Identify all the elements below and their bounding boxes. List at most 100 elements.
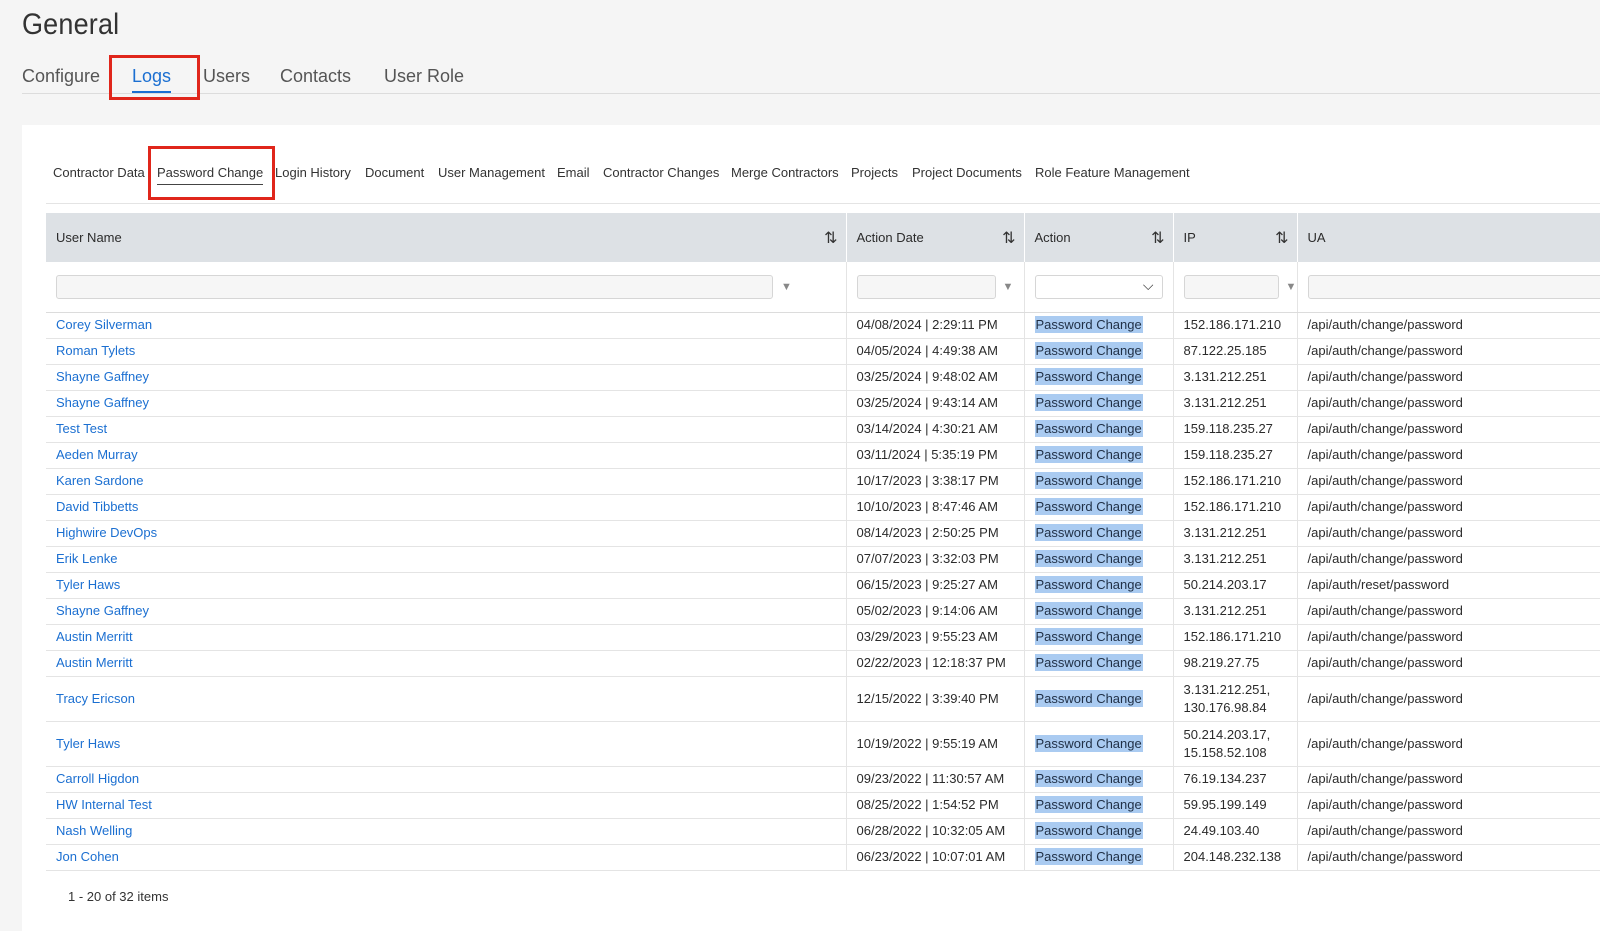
user-name-link[interactable]: Karen Sardone [56, 473, 143, 488]
tab-underline [132, 91, 172, 93]
filter-icon[interactable]: ▼ [1286, 281, 1297, 293]
subtab-projects[interactable]: Projects [851, 165, 898, 180]
user-name-link[interactable]: David Tibbetts [56, 499, 138, 514]
table-row[interactable]: Shayne Gaffney 03/25/2024 | 9:43:14 AM Pas… [46, 390, 1600, 417]
ip-cell: 3.131.212.251 [1173, 364, 1298, 391]
table-row[interactable]: Tyler Haws 06/15/2023 | 9:25:27 AM Passwor… [46, 572, 1600, 599]
user-name-link[interactable]: Shayne Gaffney [56, 395, 149, 410]
subtab-document[interactable]: Document [365, 165, 424, 180]
user-name-link[interactable]: Tyler Haws [56, 736, 120, 751]
table-row[interactable]: Aeden Murray 03/11/2024 | 5:35:19 PM Passw… [46, 442, 1600, 469]
action-date-filter-input[interactable] [856, 274, 996, 299]
action-date-cell: 06/15/2023 | 9:25:27 AM [846, 572, 1025, 599]
user-name-link[interactable]: Carroll Higdon [56, 771, 139, 786]
user-name-link[interactable]: Nash Welling [56, 823, 132, 838]
ua-cell: /api/auth/change/password [1297, 416, 1600, 443]
table-row[interactable]: Austin Merritt 03/29/2023 | 9:55:23 AM Pas… [46, 624, 1600, 651]
tab-configure[interactable]: Configure [22, 66, 100, 87]
ua-filter-input[interactable] [1307, 274, 1600, 299]
subtab-password-change-label: Password Change [157, 165, 264, 180]
table-row[interactable]: Test Test 03/14/2024 | 4:30:21 AM Password… [46, 416, 1600, 443]
table-row[interactable]: Tracy Ericson 12/15/2022 | 3:39:40 PM Pass… [46, 676, 1600, 722]
action-cell: Password Change [1024, 844, 1174, 871]
table-row[interactable]: Nash Welling 06/28/2022 | 10:32:05 AM Pass… [46, 818, 1600, 845]
sort-icon[interactable]: ⇅ [824, 228, 837, 248]
subtab-login-history[interactable]: Login History [275, 165, 351, 180]
user-name-link[interactable]: Erik Lenke [56, 551, 117, 566]
action-date-cell: 06/28/2022 | 10:32:05 AM [846, 818, 1025, 845]
subtab-merge-contractors[interactable]: Merge Contractors [731, 165, 839, 180]
tab-contacts[interactable]: Contacts [280, 66, 351, 87]
action-date-cell: 10/10/2023 | 8:47:46 AM [846, 494, 1025, 521]
user-name-link[interactable]: Tracy Ericson [56, 691, 135, 706]
ua-cell: /api/auth/change/password [1297, 442, 1600, 469]
table-row[interactable]: Tyler Haws 10/19/2022 | 9:55:19 AM Passwor… [46, 721, 1600, 767]
user-name-link[interactable]: Shayne Gaffney [56, 369, 149, 384]
subtab-role-feature-management[interactable]: Role Feature Management [1035, 165, 1190, 180]
table-row[interactable]: Roman Tylets 04/05/2024 | 4:49:38 AM Passw… [46, 338, 1600, 365]
action-filter-dropdown[interactable]: ⌵ [1034, 274, 1163, 299]
action-cell: Password Change [1024, 676, 1174, 722]
table-row[interactable]: Corey Silverman 04/08/2024 | 2:29:11 PM Pa… [46, 312, 1600, 339]
ip-cell: 152.186.171.210 [1173, 624, 1298, 651]
action-date-cell: 03/25/2024 | 9:48:02 AM [846, 364, 1025, 391]
table-row[interactable]: Austin Merritt 02/22/2023 | 12:18:37 PM Pa… [46, 650, 1600, 677]
user-name-link[interactable]: Shayne Gaffney [56, 603, 149, 618]
user-name-link[interactable]: Corey Silverman [56, 317, 152, 332]
ua-cell: /api/auth/change/password [1297, 468, 1600, 495]
table-row[interactable]: Carroll Higdon 09/23/2022 | 11:30:57 AM Pa… [46, 766, 1600, 793]
table-row[interactable]: Jon Cohen 06/23/2022 | 10:07:01 AM Passwor… [46, 844, 1600, 871]
sort-icon[interactable]: ⇅ [1275, 228, 1288, 248]
table-row[interactable]: Shayne Gaffney 05/02/2023 | 9:14:06 AM Pas… [46, 598, 1600, 625]
subtab-contractor-changes[interactable]: Contractor Changes [603, 165, 719, 180]
user-name-link[interactable]: Roman Tylets [56, 343, 135, 358]
ip-filter-input[interactable] [1183, 274, 1279, 299]
filter-icon[interactable]: ▼ [781, 281, 792, 293]
tab-users[interactable]: Users [203, 66, 250, 87]
table-row[interactable]: David Tibbetts 10/10/2023 | 8:47:46 AM Pas… [46, 494, 1600, 521]
action-tag: Password Change [1034, 498, 1143, 515]
tab-user-role[interactable]: User Role [384, 66, 464, 87]
column-header-action-date[interactable]: Action Date ⇅ [846, 213, 1025, 262]
main-tabs: Configure Logs Users Contacts User Role [22, 64, 1600, 94]
action-date-cell: 04/08/2024 | 2:29:11 PM [846, 312, 1025, 339]
subtab-user-management[interactable]: User Management [438, 165, 545, 180]
table-row[interactable]: Karen Sardone 10/17/2023 | 3:38:17 PM Pass… [46, 468, 1600, 495]
sort-icon[interactable]: ⇅ [1151, 228, 1164, 248]
column-header-user-name[interactable]: User Name ⇅ [46, 213, 847, 262]
user-name-link[interactable]: HW Internal Test [56, 797, 152, 812]
user-name-link[interactable]: Austin Merritt [56, 629, 133, 644]
user-name-link[interactable]: Test Test [56, 421, 107, 436]
subtab-email[interactable]: Email [557, 165, 590, 180]
user-name-filter-input[interactable] [56, 274, 773, 299]
subtab-project-documents[interactable]: Project Documents [912, 165, 1022, 180]
action-date-cell: 02/22/2023 | 12:18:37 PM [846, 650, 1025, 677]
column-header-ip[interactable]: IP ⇅ [1173, 213, 1298, 262]
ua-cell: /api/auth/change/password [1297, 520, 1600, 547]
column-header-ua[interactable]: UA [1297, 213, 1600, 262]
subtab-contractor-data[interactable]: Contractor Data [53, 165, 145, 180]
user-name-cell: Austin Merritt [46, 650, 847, 677]
user-name-link[interactable]: Tyler Haws [56, 577, 120, 592]
user-name-link[interactable]: Aeden Murray [56, 447, 138, 462]
filter-row: ▼ ▼ ⌵ ▼ [46, 262, 1600, 313]
user-name-cell: Aeden Murray [46, 442, 847, 469]
tab-logs[interactable]: Logs [132, 66, 172, 93]
user-name-link[interactable]: Highwire DevOps [56, 525, 157, 540]
table-row[interactable]: Highwire DevOps 08/14/2023 | 2:50:25 PM Pa… [46, 520, 1600, 547]
user-name-link[interactable]: Jon Cohen [56, 849, 119, 864]
column-header-action[interactable]: Action ⇅ [1024, 213, 1174, 262]
user-name-link[interactable]: Austin Merritt [56, 655, 133, 670]
action-cell: Password Change [1024, 624, 1174, 651]
subtab-password-change[interactable]: Password Change [157, 165, 264, 185]
ua-cell: /api/auth/change/password [1297, 312, 1600, 339]
table-row[interactable]: Erik Lenke 07/07/2023 | 3:32:03 PM Passwor… [46, 546, 1600, 573]
table-row[interactable]: HW Internal Test 08/25/2022 | 1:54:52 PM P… [46, 792, 1600, 819]
ua-cell: /api/auth/change/password [1297, 792, 1600, 819]
table-row[interactable]: Shayne Gaffney 03/25/2024 | 9:48:02 AM Pas… [46, 364, 1600, 391]
sort-icon[interactable]: ⇅ [1002, 228, 1015, 248]
action-cell: Password Change [1024, 364, 1174, 391]
ip-cell: 3.131.212.251 [1173, 598, 1298, 625]
filter-icon[interactable]: ▼ [1003, 281, 1014, 293]
action-tag: Password Change [1034, 394, 1143, 411]
